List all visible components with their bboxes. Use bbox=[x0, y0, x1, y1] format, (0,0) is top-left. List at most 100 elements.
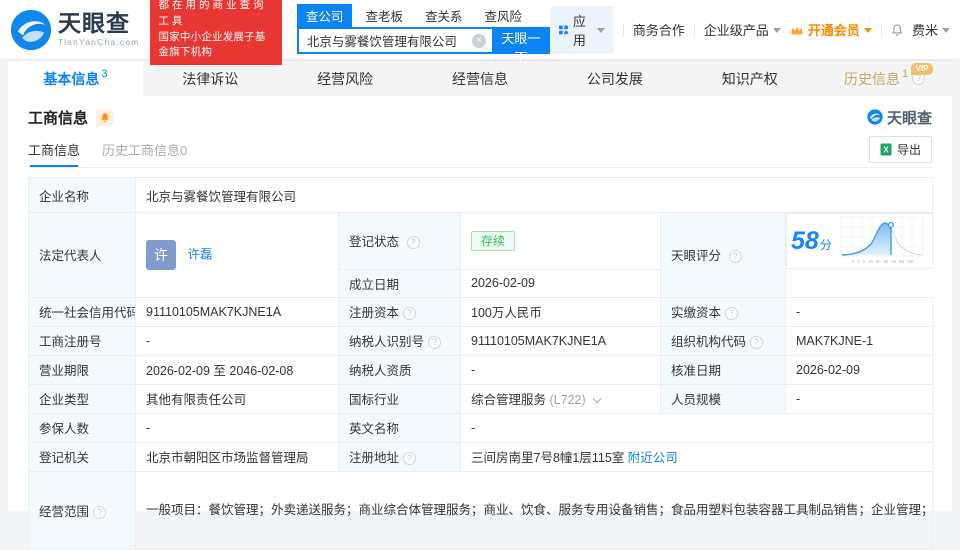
score-unit: 分 bbox=[820, 238, 832, 252]
legal-rep-avatar[interactable]: 许 bbox=[146, 240, 176, 270]
table-row: 法定代表人 许 许磊 登记状态 ? 存续 天眼评分 ? 58分 bbox=[29, 213, 933, 270]
svg-text:X: X bbox=[883, 146, 889, 155]
tab-count: 1 bbox=[902, 68, 908, 80]
field-label: 工商注册号 bbox=[39, 335, 102, 349]
help-icon[interactable]: ? bbox=[729, 250, 742, 263]
help-icon[interactable]: ? bbox=[93, 506, 106, 519]
field-label: 注册资本 bbox=[349, 306, 399, 320]
slogan-line1: 都在用的商业查询工具 bbox=[159, 0, 273, 30]
chevron-down-icon bbox=[942, 28, 950, 33]
field-value: - bbox=[146, 334, 150, 348]
status-badge: 存续 bbox=[471, 231, 515, 251]
tianyancha-logo-icon bbox=[867, 109, 883, 125]
vip-badge: VIP bbox=[911, 63, 934, 75]
monitor-bell-icon[interactable] bbox=[96, 109, 113, 126]
excel-export-icon: X bbox=[880, 143, 892, 156]
industry-value: 综合管理服务 bbox=[471, 393, 546, 407]
table-row: 营业期限 2026-02-09 至 2046-02-08 纳税人资质 - 核准日… bbox=[29, 355, 933, 384]
help-icon[interactable]: ? bbox=[725, 307, 738, 320]
tab-operation-risk[interactable]: 经营风险 bbox=[278, 61, 413, 96]
axis-tick: 15 bbox=[868, 260, 873, 264]
tab-company-development[interactable]: 公司发展 bbox=[547, 61, 682, 96]
tab-label: 基本信息 bbox=[43, 69, 99, 89]
score-value[interactable]: 58分 bbox=[791, 229, 832, 254]
help-icon[interactable]: ? bbox=[407, 236, 420, 249]
divider bbox=[881, 23, 882, 37]
axis-tick: 5 bbox=[863, 260, 865, 264]
axis-tick: 1 bbox=[857, 260, 859, 264]
vip-upgrade-label: 开通会员 bbox=[808, 20, 860, 39]
field-label: 组织机构代码 bbox=[671, 335, 746, 349]
field-label: 成立日期 bbox=[349, 278, 399, 292]
field-value: - bbox=[471, 363, 475, 377]
field-value: - bbox=[471, 421, 475, 435]
search-tab-boss[interactable]: 查老板 bbox=[356, 4, 412, 27]
notification-bell-icon[interactable] bbox=[891, 22, 903, 38]
tianyancha-logo-icon bbox=[10, 9, 52, 51]
search-button[interactable]: 天眼一下 bbox=[492, 27, 550, 54]
tab-label: 知识产权 bbox=[722, 69, 778, 89]
search-input[interactable] bbox=[299, 34, 472, 48]
search-tab-risk[interactable]: 查风险 bbox=[475, 4, 531, 27]
axis-tick: 95 bbox=[891, 260, 896, 264]
field-label: 法定代表人 bbox=[39, 249, 102, 263]
tab-intellectual-property[interactable]: 知识产权 bbox=[682, 61, 817, 96]
biz-cooperation-link[interactable]: 商务合作 bbox=[633, 20, 685, 39]
enterprise-products-label: 企业级产品 bbox=[704, 20, 769, 39]
help-icon[interactable]: ? bbox=[750, 336, 763, 349]
tab-legal-proceedings[interactable]: 法律诉讼 bbox=[143, 61, 278, 96]
field-value: 2026-02-09 bbox=[471, 276, 535, 290]
search-tabs: 查公司 查老板 查关系 查风险 bbox=[297, 5, 550, 27]
tab-history-info[interactable]: VIP 历史信息 1 ? bbox=[817, 61, 952, 96]
field-label: 营业期限 bbox=[39, 364, 89, 378]
subtab-business-info[interactable]: 工商信息 bbox=[28, 132, 80, 167]
axis-tick: 99 bbox=[899, 260, 904, 264]
field-label: 人员规模 bbox=[671, 393, 721, 407]
field-label: 国标行业 bbox=[349, 393, 399, 407]
help-icon[interactable]: ? bbox=[403, 452, 416, 465]
field-label: 注册地址 bbox=[349, 451, 399, 465]
address-value: 三间房南里7号8幢1层115室 bbox=[471, 451, 624, 465]
tab-label: 法律诉讼 bbox=[182, 69, 238, 89]
nearby-companies-link[interactable]: 附近公司 bbox=[628, 451, 678, 465]
axis-tick: 100 bbox=[907, 260, 914, 264]
site-header: 天眼查 TianYanCha.com 都在用的商业查询工具 国家中小企业发展子基… bbox=[0, 0, 960, 60]
field-value: - bbox=[796, 392, 800, 406]
brand-slogan: 都在用的商业查询工具 国家中小企业发展子基金旗下机构 bbox=[150, 0, 282, 65]
chevron-down-icon bbox=[864, 28, 872, 33]
search-tab-relation[interactable]: 查关系 bbox=[416, 4, 472, 27]
field-label: 纳税人识别号 bbox=[349, 335, 424, 349]
field-label: 天眼评分 bbox=[671, 249, 721, 263]
chevron-down-icon[interactable] bbox=[593, 395, 601, 403]
score-distribution-chart[interactable]: 0 1 5 15 50 85 95 99 100 bbox=[840, 216, 926, 266]
export-label: 导出 bbox=[897, 141, 921, 158]
field-value: 91110105MAK7KJNE1A bbox=[471, 334, 606, 348]
clear-search-icon[interactable]: × bbox=[472, 34, 486, 48]
search-tab-company[interactable]: 查公司 bbox=[297, 4, 353, 27]
enterprise-products-menu[interactable]: 企业级产品 bbox=[704, 20, 781, 39]
user-menu[interactable]: 费米 bbox=[912, 20, 950, 39]
tab-basic-info[interactable]: 基本信息 3 bbox=[8, 61, 143, 96]
field-label: 参保人数 bbox=[39, 422, 89, 436]
subtab-label: 历史工商信息0 bbox=[102, 140, 187, 159]
tianyancha-logo[interactable]: 天眼查 TianYanCha.com bbox=[10, 9, 140, 51]
section-header: 工商信息 天眼查 bbox=[28, 96, 932, 132]
field-label: 企业类型 bbox=[39, 393, 89, 407]
tab-operation-info[interactable]: 经营信息 bbox=[413, 61, 548, 96]
subtab-history-business-info[interactable]: 历史工商信息0 bbox=[102, 132, 187, 167]
tab-label: 历史信息 bbox=[844, 69, 900, 89]
legal-rep-link[interactable]: 许磊 bbox=[187, 247, 212, 261]
chart-axis-labels: 0 1 5 15 50 85 95 99 100 bbox=[852, 260, 914, 264]
field-label: 统一社会信用代码 bbox=[39, 306, 136, 320]
export-button[interactable]: X 导出 bbox=[869, 136, 932, 163]
apps-menu[interactable]: 应用 bbox=[550, 6, 614, 54]
axis-tick: 0 bbox=[852, 260, 854, 264]
field-value: - bbox=[796, 305, 800, 319]
help-icon[interactable]: ? bbox=[403, 307, 416, 320]
tianyancha-watermark: 天眼查 bbox=[867, 107, 932, 128]
field-value: 北京市朝阳区市场监督管理局 bbox=[146, 451, 309, 465]
help-icon[interactable]: ? bbox=[428, 336, 441, 349]
divider bbox=[623, 23, 624, 37]
watermark-text: 天眼查 bbox=[887, 107, 932, 128]
vip-upgrade-link[interactable]: 开通会员 bbox=[790, 20, 872, 39]
